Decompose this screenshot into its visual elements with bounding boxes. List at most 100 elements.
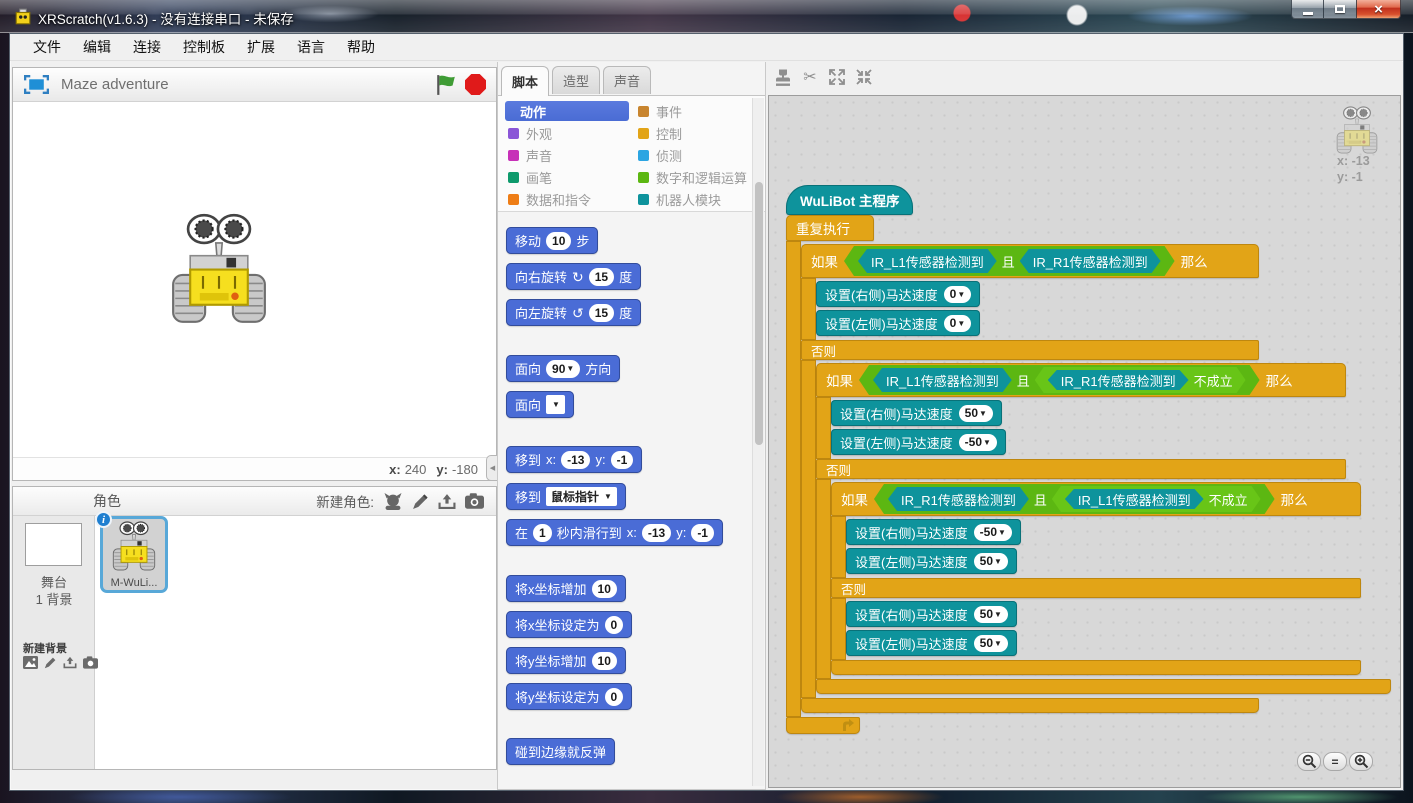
menu-item-extensions[interactable]: 扩展 (236, 34, 286, 60)
category-events[interactable]: 事件 (635, 101, 759, 121)
tab-costumes[interactable]: 造型 (552, 66, 600, 94)
stamp-icon[interactable] (774, 67, 792, 87)
maximize-button[interactable] (1324, 0, 1356, 19)
if-1-else-bar[interactable]: 否则 (801, 340, 1259, 360)
motor-dropdown[interactable]: 0▼ (944, 286, 972, 303)
close-button[interactable]: × (1356, 0, 1401, 19)
block-glide[interactable]: 在 1 秒内滑行到 x: -13 y: -1 (506, 519, 723, 546)
block-point-towards[interactable]: 面向 ▼ (506, 391, 574, 418)
block-value[interactable]: 1 (533, 524, 552, 542)
and-operator[interactable]: IR_L1传感器检测到 且 IR_R1传感器检测到 不成立 (859, 365, 1260, 395)
block-value[interactable]: 15 (589, 304, 614, 322)
if-block-3[interactable]: 如果 IR_R1传感器检测到 且 IR_L1传感器检测到 (831, 482, 1361, 675)
menu-item-board[interactable]: 控制板 (172, 34, 236, 60)
block-value[interactable]: 10 (546, 232, 571, 250)
menu-item-language[interactable]: 语言 (286, 34, 336, 60)
motor-block-left[interactable]: 设置(左侧)马达速度0▼ (816, 310, 980, 336)
tab-scripts[interactable]: 脚本 (501, 66, 549, 96)
category-sound[interactable]: 声音 (505, 145, 629, 165)
zoom-reset-button[interactable]: = (1323, 752, 1347, 771)
block-set-x[interactable]: 将x坐标设定为 0 (506, 611, 632, 638)
category-operators[interactable]: 数字和逻辑运算 (635, 167, 759, 187)
and-operator[interactable]: IR_R1传感器检测到 且 IR_L1传感器检测到 不成立 (874, 484, 1275, 514)
block-value[interactable]: 10 (592, 652, 617, 670)
forever-footer[interactable] (786, 717, 860, 734)
category-robot[interactable]: 机器人模块 (635, 189, 759, 209)
if-1-header[interactable]: 如果 IR_L1传感器检测到 且 IR_R1传感器检测到 那么 (801, 244, 1259, 278)
category-data[interactable]: 数据和指令 (505, 189, 629, 209)
if-3-else-bar[interactable]: 否则 (831, 578, 1361, 598)
if-block-1[interactable]: 如果 IR_L1传感器检测到 且 IR_R1传感器检测到 那么 (801, 244, 1391, 713)
motor-dropdown[interactable]: 50▼ (974, 606, 1008, 623)
category-control[interactable]: 控制 (635, 123, 759, 143)
minimize-button[interactable] (1291, 0, 1324, 19)
sensor-block-r1[interactable]: IR_R1传感器检测到 (888, 487, 1029, 511)
motor-block-right[interactable]: 设置(右侧)马达速度0▼ (816, 281, 980, 307)
category-sensing[interactable]: 侦测 (635, 145, 759, 165)
script-canvas[interactable]: x: -13 y: -1 WuLiBot 主程序 重复执行 如果 (768, 95, 1401, 788)
block-dropdown[interactable]: 90▼ (546, 360, 580, 378)
new-sprite-library-button[interactable] (383, 493, 403, 510)
motor-block-right[interactable]: 设置(右侧)马达速度50▼ (831, 400, 1002, 426)
zoom-out-button[interactable] (1297, 752, 1321, 771)
motor-dropdown[interactable]: 50▼ (974, 553, 1008, 570)
block-value[interactable]: 0 (605, 616, 624, 634)
zoom-in-button[interactable] (1349, 752, 1373, 771)
not-operator[interactable]: IR_L1传感器检测到 不成立 (1052, 486, 1261, 512)
green-flag-button[interactable] (435, 74, 457, 96)
if-3-header[interactable]: 如果 IR_R1传感器检测到 且 IR_L1传感器检测到 (831, 482, 1361, 516)
fullscreen-button[interactable] (23, 75, 49, 95)
camera-icon[interactable] (465, 493, 484, 509)
tab-sounds[interactable]: 声音 (603, 66, 651, 94)
category-looks[interactable]: 外观 (505, 123, 629, 143)
backdrop-image-icon[interactable] (23, 656, 38, 669)
block-set-y[interactable]: 将y坐标设定为 0 (506, 683, 632, 710)
if-2-footer[interactable] (816, 679, 1391, 694)
category-pen[interactable]: 画笔 (505, 167, 629, 187)
motor-block-right[interactable]: 设置(右侧)马达速度-50▼ (846, 519, 1021, 545)
block-turn-right[interactable]: 向右旋转 ↻ 15 度 (506, 263, 641, 290)
block-move-steps[interactable]: 移动 10 步 (506, 227, 598, 254)
motor-dropdown[interactable]: -50▼ (959, 434, 997, 451)
stage-thumbnail[interactable] (25, 523, 82, 566)
motor-block-left[interactable]: 设置(左侧)马达速度50▼ (846, 548, 1017, 574)
sensor-block-r1[interactable]: IR_R1传感器检测到 (1020, 249, 1161, 273)
menu-item-edit[interactable]: 编辑 (72, 34, 122, 60)
block-value[interactable]: 15 (589, 268, 614, 286)
motor-block-right[interactable]: 设置(右侧)马达速度50▼ (846, 601, 1017, 627)
block-change-y[interactable]: 将y坐标增加 10 (506, 647, 626, 674)
sensor-block-l1[interactable]: IR_L1传感器检测到 (858, 249, 997, 273)
scissors-icon[interactable]: ✂ (801, 67, 819, 87)
backdrop-upload-icon[interactable] (63, 656, 77, 669)
motor-dropdown[interactable]: -50▼ (974, 524, 1012, 541)
backdrop-camera-icon[interactable] (83, 656, 98, 669)
menu-item-help[interactable]: 帮助 (336, 34, 386, 60)
if-block-2[interactable]: 如果 IR_L1传感器检测到 且 IR_R1传感器检测到 不成立 (816, 363, 1391, 694)
motor-block-left[interactable]: 设置(左侧)马达速度-50▼ (831, 429, 1006, 455)
menu-item-file[interactable]: 文件 (22, 34, 72, 60)
palette-scrollbar-thumb[interactable] (755, 182, 763, 445)
sprite-card[interactable]: i M-WuLi... (100, 516, 168, 593)
block-value[interactable]: 0 (605, 688, 624, 706)
block-value[interactable]: 10 (592, 580, 617, 598)
upload-icon[interactable] (438, 493, 456, 510)
block-value[interactable]: -1 (611, 451, 634, 469)
menu-item-connect[interactable]: 连接 (122, 34, 172, 60)
if-1-footer[interactable] (801, 698, 1259, 713)
script-stack[interactable]: WuLiBot 主程序 重复执行 如果 IR_L1传感器检 (786, 185, 1391, 734)
motor-dropdown[interactable]: 0▼ (944, 315, 972, 332)
not-operator[interactable]: IR_R1传感器检测到 不成立 (1035, 367, 1246, 393)
block-value[interactable]: -13 (642, 524, 671, 542)
block-dropdown[interactable]: ▼ (546, 395, 565, 414)
grow-icon[interactable] (828, 67, 846, 87)
block-goto-mouse[interactable]: 移到 鼠标指针▼ (506, 483, 626, 510)
block-value[interactable]: -1 (691, 524, 714, 542)
stage-sprite-robot[interactable] (171, 213, 267, 324)
paintbrush-icon[interactable] (412, 493, 429, 510)
if-2-else-bar[interactable]: 否则 (816, 459, 1346, 479)
motor-block-left[interactable]: 设置(左侧)马达速度50▼ (846, 630, 1017, 656)
stop-button[interactable] (465, 74, 486, 95)
sensor-block-l1[interactable]: IR_L1传感器检测到 (873, 368, 1012, 392)
hat-block[interactable]: WuLiBot 主程序 (786, 185, 913, 215)
block-bounce[interactable]: 碰到边缘就反弹 (506, 738, 615, 765)
